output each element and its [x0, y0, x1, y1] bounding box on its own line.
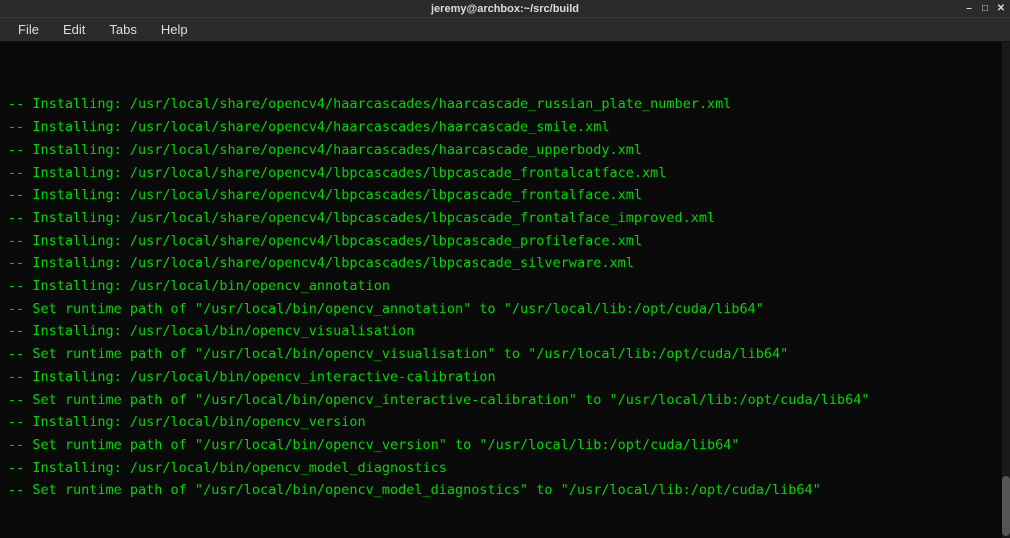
terminal-output: -- Installing: /usr/local/share/opencv4/… — [8, 93, 1002, 502]
window-titlebar: jeremy@archbox:~/src/build – □ ✕ — [0, 0, 1010, 18]
terminal-line: -- Set runtime path of "/usr/local/bin/o… — [8, 434, 1002, 457]
menu-tabs[interactable]: Tabs — [99, 19, 146, 40]
scrollbar-thumb[interactable] — [1002, 476, 1010, 536]
terminal-line: -- Installing: /usr/local/bin/opencv_ann… — [8, 275, 1002, 298]
terminal-viewport[interactable]: -- Installing: /usr/local/share/opencv4/… — [0, 42, 1010, 538]
terminal-line: -- Set runtime path of "/usr/local/bin/o… — [8, 298, 1002, 321]
maximize-icon[interactable]: □ — [980, 4, 990, 14]
terminal-line: -- Installing: /usr/local/bin/opencv_mod… — [8, 457, 1002, 480]
terminal-line: -- Set runtime path of "/usr/local/bin/o… — [8, 389, 1002, 412]
terminal-line: -- Installing: /usr/local/bin/opencv_int… — [8, 366, 1002, 389]
window-title: jeremy@archbox:~/src/build — [431, 3, 579, 15]
terminal-line: -- Installing: /usr/local/bin/opencv_ver… — [8, 411, 1002, 434]
terminal-line: -- Installing: /usr/local/share/opencv4/… — [8, 93, 1002, 116]
terminal-line: -- Installing: /usr/local/share/opencv4/… — [8, 252, 1002, 275]
terminal-line: -- Installing: /usr/local/share/opencv4/… — [8, 207, 1002, 230]
minimize-icon[interactable]: – — [964, 4, 974, 14]
menu-help[interactable]: Help — [151, 19, 198, 40]
terminal-line: -- Installing: /usr/local/share/opencv4/… — [8, 230, 1002, 253]
terminal-line: -- Installing: /usr/local/bin/opencv_vis… — [8, 320, 1002, 343]
terminal-line: -- Installing: /usr/local/share/opencv4/… — [8, 162, 1002, 185]
terminal-line: -- Set runtime path of "/usr/local/bin/o… — [8, 479, 1002, 502]
window-controls: – □ ✕ — [964, 4, 1006, 14]
terminal-line: -- Installing: /usr/local/share/opencv4/… — [8, 116, 1002, 139]
terminal-line: -- Installing: /usr/local/share/opencv4/… — [8, 139, 1002, 162]
scrollbar-track[interactable] — [1002, 42, 1010, 538]
menu-file[interactable]: File — [8, 19, 49, 40]
menu-edit[interactable]: Edit — [53, 19, 95, 40]
terminal-line: -- Installing: /usr/local/share/opencv4/… — [8, 184, 1002, 207]
close-icon[interactable]: ✕ — [996, 4, 1006, 14]
menubar: File Edit Tabs Help — [0, 18, 1010, 42]
terminal-line: -- Set runtime path of "/usr/local/bin/o… — [8, 343, 1002, 366]
